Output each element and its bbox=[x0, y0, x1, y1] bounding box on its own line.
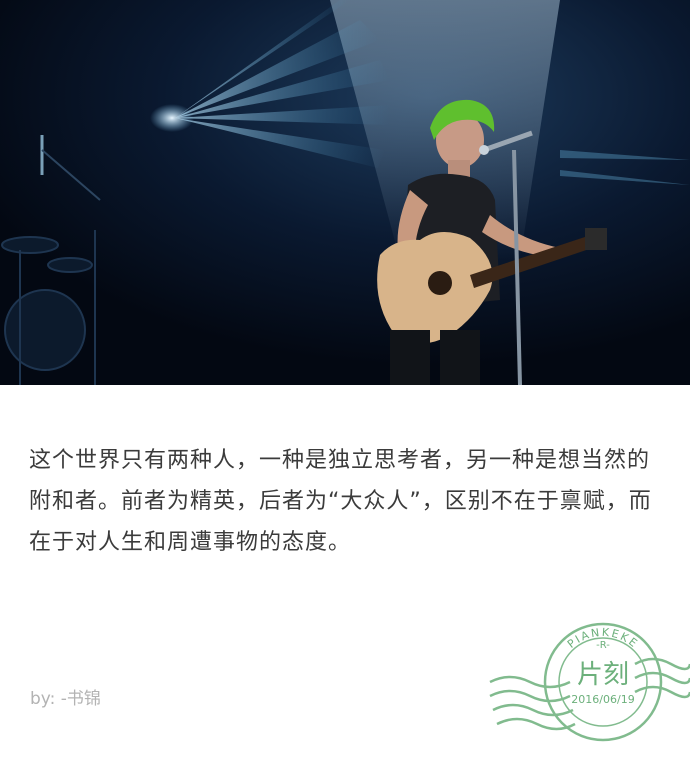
postmark-stamp: PIANKEKE -R- 片刻 2016/06/19 bbox=[485, 612, 690, 758]
stamp-brand-cn: 片刻 bbox=[577, 660, 629, 690]
stamp-date: 2016/06/19 bbox=[571, 693, 634, 706]
svg-text:-R-: -R- bbox=[596, 640, 610, 651]
concert-photo bbox=[0, 0, 690, 385]
author-credit: by: -书锦 bbox=[30, 689, 101, 709]
quote-text: 这个世界只有两种人，一种是独立思考者，另一种是想当然的附和者。前者为精英，后者为… bbox=[29, 448, 652, 555]
